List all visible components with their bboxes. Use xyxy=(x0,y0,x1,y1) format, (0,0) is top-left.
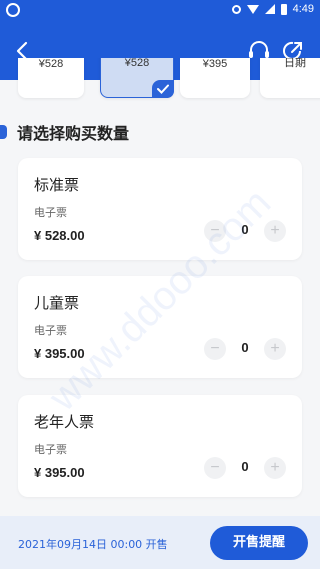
checkmark-icon xyxy=(157,84,169,94)
date-chip[interactable]: ¥528 xyxy=(18,58,84,98)
selected-badge xyxy=(152,80,174,98)
ticket-card: 老年人票 电子票 ¥ 395.00 − 0 + xyxy=(18,395,302,497)
sync-icon xyxy=(231,4,241,14)
decrement-button[interactable]: − xyxy=(204,457,226,479)
decrement-button[interactable]: − xyxy=(204,338,226,360)
date-selector: ¥528 ¥528 ¥395 日期 xyxy=(0,58,320,103)
date-chip[interactable]: 日期 xyxy=(260,58,320,98)
ticket-type: 电子票 xyxy=(34,324,67,337)
quantity-stepper: − 0 + xyxy=(204,220,286,244)
section-title: 请选择购买数量 xyxy=(17,124,130,143)
ticket-type: 电子票 xyxy=(34,206,67,219)
status-icons: 4:49 xyxy=(231,3,314,15)
ticket-card: 标准票 电子票 ¥ 528.00 − 0 + xyxy=(18,158,302,260)
date-chip-selected[interactable]: ¥528 xyxy=(100,58,174,98)
bottom-bar: 2021年09月14日 00:00 开售 开售提醒 xyxy=(0,516,320,569)
ticket-price: ¥ 528.00 xyxy=(34,228,85,243)
ticket-name: 儿童票 xyxy=(34,294,80,312)
clock: 4:49 xyxy=(292,3,314,15)
ticket-card: 儿童票 电子票 ¥ 395.00 − 0 + xyxy=(18,276,302,378)
date-chip-label: 日期 xyxy=(284,58,306,69)
quantity-value: 0 xyxy=(241,340,249,355)
quantity-value: 0 xyxy=(241,459,249,474)
date-chip-label: ¥528 xyxy=(124,58,150,69)
status-bar: 4:49 xyxy=(0,0,320,22)
signal-icon xyxy=(264,4,275,14)
section-header: 请选择购买数量 xyxy=(0,120,129,144)
sale-reminder-button[interactable]: 开售提醒 xyxy=(210,526,308,560)
quantity-stepper: − 0 + xyxy=(204,338,286,362)
date-chip-label: ¥395 xyxy=(202,58,228,70)
battery-icon xyxy=(280,3,287,15)
ticket-type: 电子票 xyxy=(34,443,67,456)
sale-time-text: 2021年09月14日 00:00 开售 xyxy=(18,538,168,551)
app-notification-icon xyxy=(6,3,20,17)
quantity-value: 0 xyxy=(241,222,249,237)
decrement-button[interactable]: − xyxy=(204,220,226,242)
increment-button[interactable]: + xyxy=(264,220,286,242)
ticket-name: 老年人票 xyxy=(34,413,95,431)
ticket-price: ¥ 395.00 xyxy=(34,346,85,361)
wifi-icon xyxy=(246,4,259,14)
date-chip-label: ¥528 xyxy=(38,58,64,70)
section-accent-bar xyxy=(0,125,7,139)
date-chip[interactable]: ¥395 xyxy=(180,58,250,98)
quantity-stepper: − 0 + xyxy=(204,457,286,481)
increment-button[interactable]: + xyxy=(264,338,286,360)
ticket-price: ¥ 395.00 xyxy=(34,465,85,480)
ticket-name: 标准票 xyxy=(34,176,80,194)
increment-button[interactable]: + xyxy=(264,457,286,479)
